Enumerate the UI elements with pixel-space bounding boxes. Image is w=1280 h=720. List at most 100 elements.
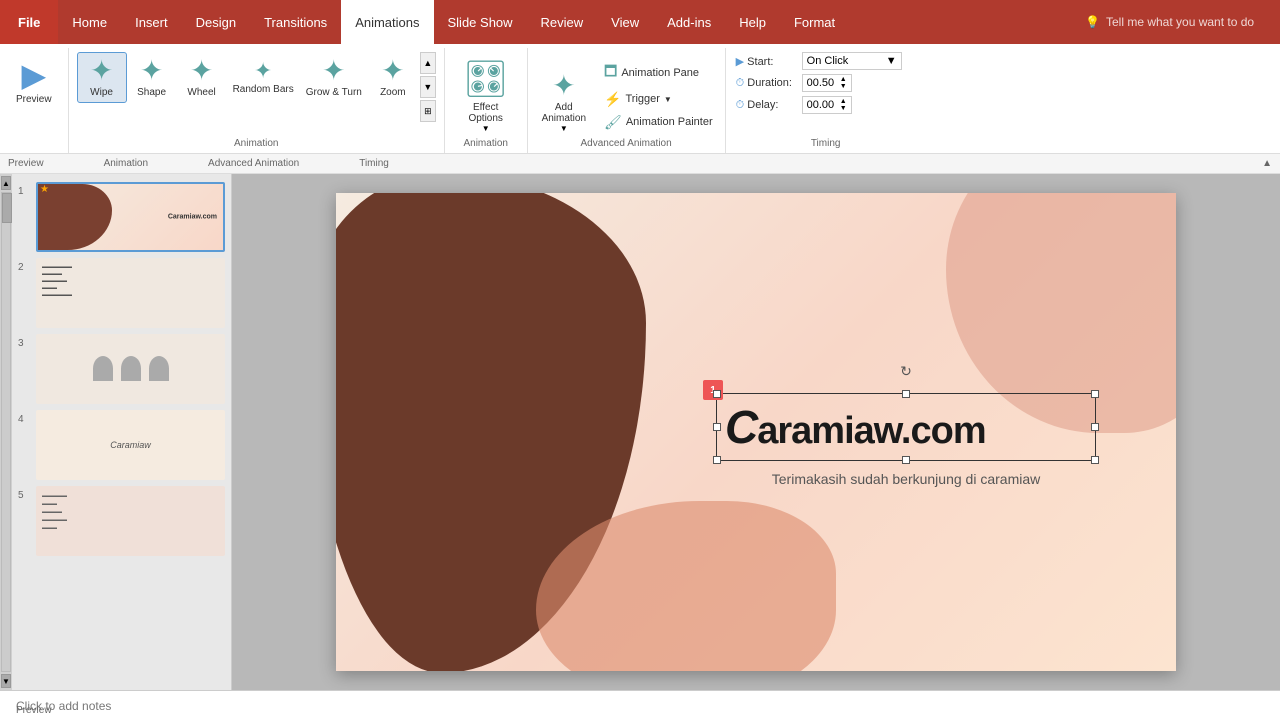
tab-bar: Home Insert Design Transitions Animation… xyxy=(58,0,1280,44)
handle-tm[interactable] xyxy=(902,390,910,398)
slide-thumb-2[interactable]: 2 ▬▬▬▬▬▬▬▬▬▬▬▬▬▬▬▬▬▬▬▬▬▬▬▬ xyxy=(18,258,225,328)
animation-shape[interactable]: ✦ Shape xyxy=(127,53,177,102)
slide-num-1: 1 xyxy=(18,182,30,197)
slide-img-2[interactable]: ▬▬▬▬▬▬▬▬▬▬▬▬▬▬▬▬▬▬▬▬▬▬▬▬ xyxy=(36,258,225,328)
left-panel: ▲ ▼ 1 Caramiaw.com ★ 2 xyxy=(0,174,232,690)
slide-num-4: 4 xyxy=(18,410,30,425)
ribbon-group-preview: ▶ Preview Preview xyxy=(0,48,69,153)
advanced-group-label: Advanced Animation xyxy=(581,138,672,149)
tab-insert[interactable]: Insert xyxy=(121,0,182,44)
animation-pane-icon: 🗖 xyxy=(604,61,617,85)
slide-img-5[interactable]: ▬▬▬▬▬▬▬▬▬▬▬▬▬▬▬▬▬▬▬▬ xyxy=(36,486,225,556)
tab-addins[interactable]: Add-ins xyxy=(653,0,725,44)
handle-tr[interactable] xyxy=(1091,390,1099,398)
add-animation-button[interactable]: ✦ AddAnimation ▼ xyxy=(536,65,592,137)
selected-text-box[interactable]: ↻ 1 Caramiaw.com Terimakasih sudah berk xyxy=(716,393,1096,487)
delay-icon: ⏱ xyxy=(736,99,745,111)
handle-tl[interactable] xyxy=(713,390,721,398)
animation-grow-turn[interactable]: ✦ Grow & Turn xyxy=(300,53,368,102)
slide-img-1[interactable]: Caramiaw.com ★ xyxy=(36,182,225,252)
duration-up[interactable]: ▲ xyxy=(840,76,847,83)
delay-up[interactable]: ▲ xyxy=(840,98,847,105)
strip-preview[interactable]: Preview xyxy=(8,158,44,169)
animation-painter-icon: 🖌 xyxy=(604,114,622,131)
slide-num-5: 5 xyxy=(18,486,30,501)
handle-bm[interactable] xyxy=(902,456,910,464)
grow-turn-label: Grow & Turn xyxy=(306,87,362,98)
tab-view[interactable]: View xyxy=(597,0,653,44)
animation-painter-button[interactable]: 🖌 Animation Painter xyxy=(600,112,717,133)
wipe-label: Wipe xyxy=(90,87,113,98)
animation-pane-button[interactable]: 🗖 Animation Pane xyxy=(600,59,717,87)
advanced-items: ✦ AddAnimation ▼ 🗖 Animation Pane ⚡ Trig… xyxy=(536,52,717,149)
start-dropdown[interactable]: On Click ▼ xyxy=(802,52,902,70)
duration-input[interactable]: 00.50 ▲ ▼ xyxy=(802,74,852,92)
thumb-1-text: Caramiaw.com xyxy=(168,214,217,221)
scrollbar-down[interactable]: ▼ xyxy=(1,674,11,688)
file-tab[interactable]: File xyxy=(0,0,58,44)
handle-ml[interactable] xyxy=(713,423,721,431)
selection-box: 1 Caramiaw.com xyxy=(716,393,1096,461)
slide-img-4[interactable]: Caramiaw xyxy=(36,410,225,480)
ribbon-group-timing: ▶ Start: On Click ▼ ⏱ Duration: 00.50 ▲ xyxy=(726,48,926,153)
shape-icon: ✦ xyxy=(140,57,163,85)
trigger-button[interactable]: ⚡ Trigger ▼ xyxy=(600,89,717,110)
strip-expand-icon[interactable]: ▲ xyxy=(1262,158,1272,169)
delay-input[interactable]: 00.00 ▲ ▼ xyxy=(802,96,852,114)
slide-thumb-3[interactable]: 3 xyxy=(18,334,225,404)
scrollbar-thumb[interactable] xyxy=(2,193,12,223)
effect-options-button[interactable]: 🎛 EffectOptions ▼ xyxy=(455,52,517,139)
trigger-icon: ⚡ xyxy=(604,91,621,108)
scroll-up-btn[interactable]: ▲ xyxy=(420,52,436,74)
animation-pane-label: Animation Pane xyxy=(621,67,699,79)
tab-design[interactable]: Design xyxy=(182,0,250,44)
zoom-icon: ✦ xyxy=(381,57,404,85)
tab-animations[interactable]: Animations xyxy=(341,0,433,44)
slide-thumb-5[interactable]: 5 ▬▬▬▬▬▬▬▬▬▬▬▬▬▬▬▬▬▬▬▬ xyxy=(18,486,225,556)
animation-wheel[interactable]: ✦ Wheel xyxy=(177,53,227,102)
animation-wipe[interactable]: ✦ Wipe xyxy=(77,52,127,103)
slide-thumb-4[interactable]: 4 Caramiaw xyxy=(18,410,225,480)
notes-bar[interactable]: Click to add notes xyxy=(0,690,1280,720)
tab-help[interactable]: Help xyxy=(725,0,780,44)
handle-mr[interactable] xyxy=(1091,423,1099,431)
strip-timing[interactable]: Timing xyxy=(359,158,389,169)
search-area: 💡 xyxy=(1071,0,1280,44)
duration-down[interactable]: ▼ xyxy=(840,83,847,90)
thumb-3-content xyxy=(38,336,223,381)
search-input[interactable] xyxy=(1106,15,1266,29)
animation-zoom[interactable]: ✦ Zoom xyxy=(368,53,418,102)
start-value: On Click xyxy=(807,55,849,67)
tab-format[interactable]: Format xyxy=(780,0,849,44)
add-animation-arrow: ▼ xyxy=(560,124,568,133)
thumb-4-text: Caramiaw xyxy=(38,412,223,478)
handle-bl[interactable] xyxy=(713,456,721,464)
trigger-arrow: ▼ xyxy=(664,95,672,104)
ribbon: ▶ Preview Preview ✦ Wipe ✦ Shape ✦ Wheel xyxy=(0,44,1280,154)
ribbon-group-effect: 🎛 EffectOptions ▼ Animation xyxy=(445,48,528,153)
handle-br[interactable] xyxy=(1091,456,1099,464)
slide-canvas[interactable]: ↻ 1 Caramiaw.com Terimakasih sudah berk xyxy=(336,193,1176,671)
add-animation-icon: ✦ xyxy=(552,69,575,102)
scroll-more-btn[interactable]: ⊞ xyxy=(420,100,436,122)
tab-review[interactable]: Review xyxy=(527,0,598,44)
ribbon-strip: Preview Animation Advanced Animation Tim… xyxy=(0,154,1280,174)
tab-home[interactable]: Home xyxy=(58,0,121,44)
timing-start-row: ▶ Start: On Click ▼ xyxy=(736,52,916,70)
scroll-down-btn[interactable]: ▼ xyxy=(420,76,436,98)
strip-advanced[interactable]: Advanced Animation xyxy=(208,158,299,169)
preview-button[interactable]: ▶ Preview xyxy=(12,52,56,109)
animation-random-bars[interactable]: ✦ Random Bars xyxy=(227,56,300,99)
slide-thumb-1[interactable]: 1 Caramiaw.com ★ xyxy=(18,182,225,252)
tab-slideshow[interactable]: Slide Show xyxy=(434,0,527,44)
tab-transitions[interactable]: Transitions xyxy=(250,0,341,44)
ribbon-group-advanced: ✦ AddAnimation ▼ 🗖 Animation Pane ⚡ Trig… xyxy=(528,48,726,153)
rotate-handle[interactable]: ↻ xyxy=(898,363,914,379)
slide-sub-text: Terimakasih sudah berkunjung di caramiaw xyxy=(716,471,1096,487)
delay-down[interactable]: ▼ xyxy=(840,105,847,112)
strip-animation[interactable]: Animation xyxy=(104,158,148,169)
trigger-label: Trigger xyxy=(625,93,659,105)
scrollbar-up[interactable]: ▲ xyxy=(1,176,11,190)
slide-img-3[interactable] xyxy=(36,334,225,404)
start-label: ▶ Start: xyxy=(736,55,796,68)
